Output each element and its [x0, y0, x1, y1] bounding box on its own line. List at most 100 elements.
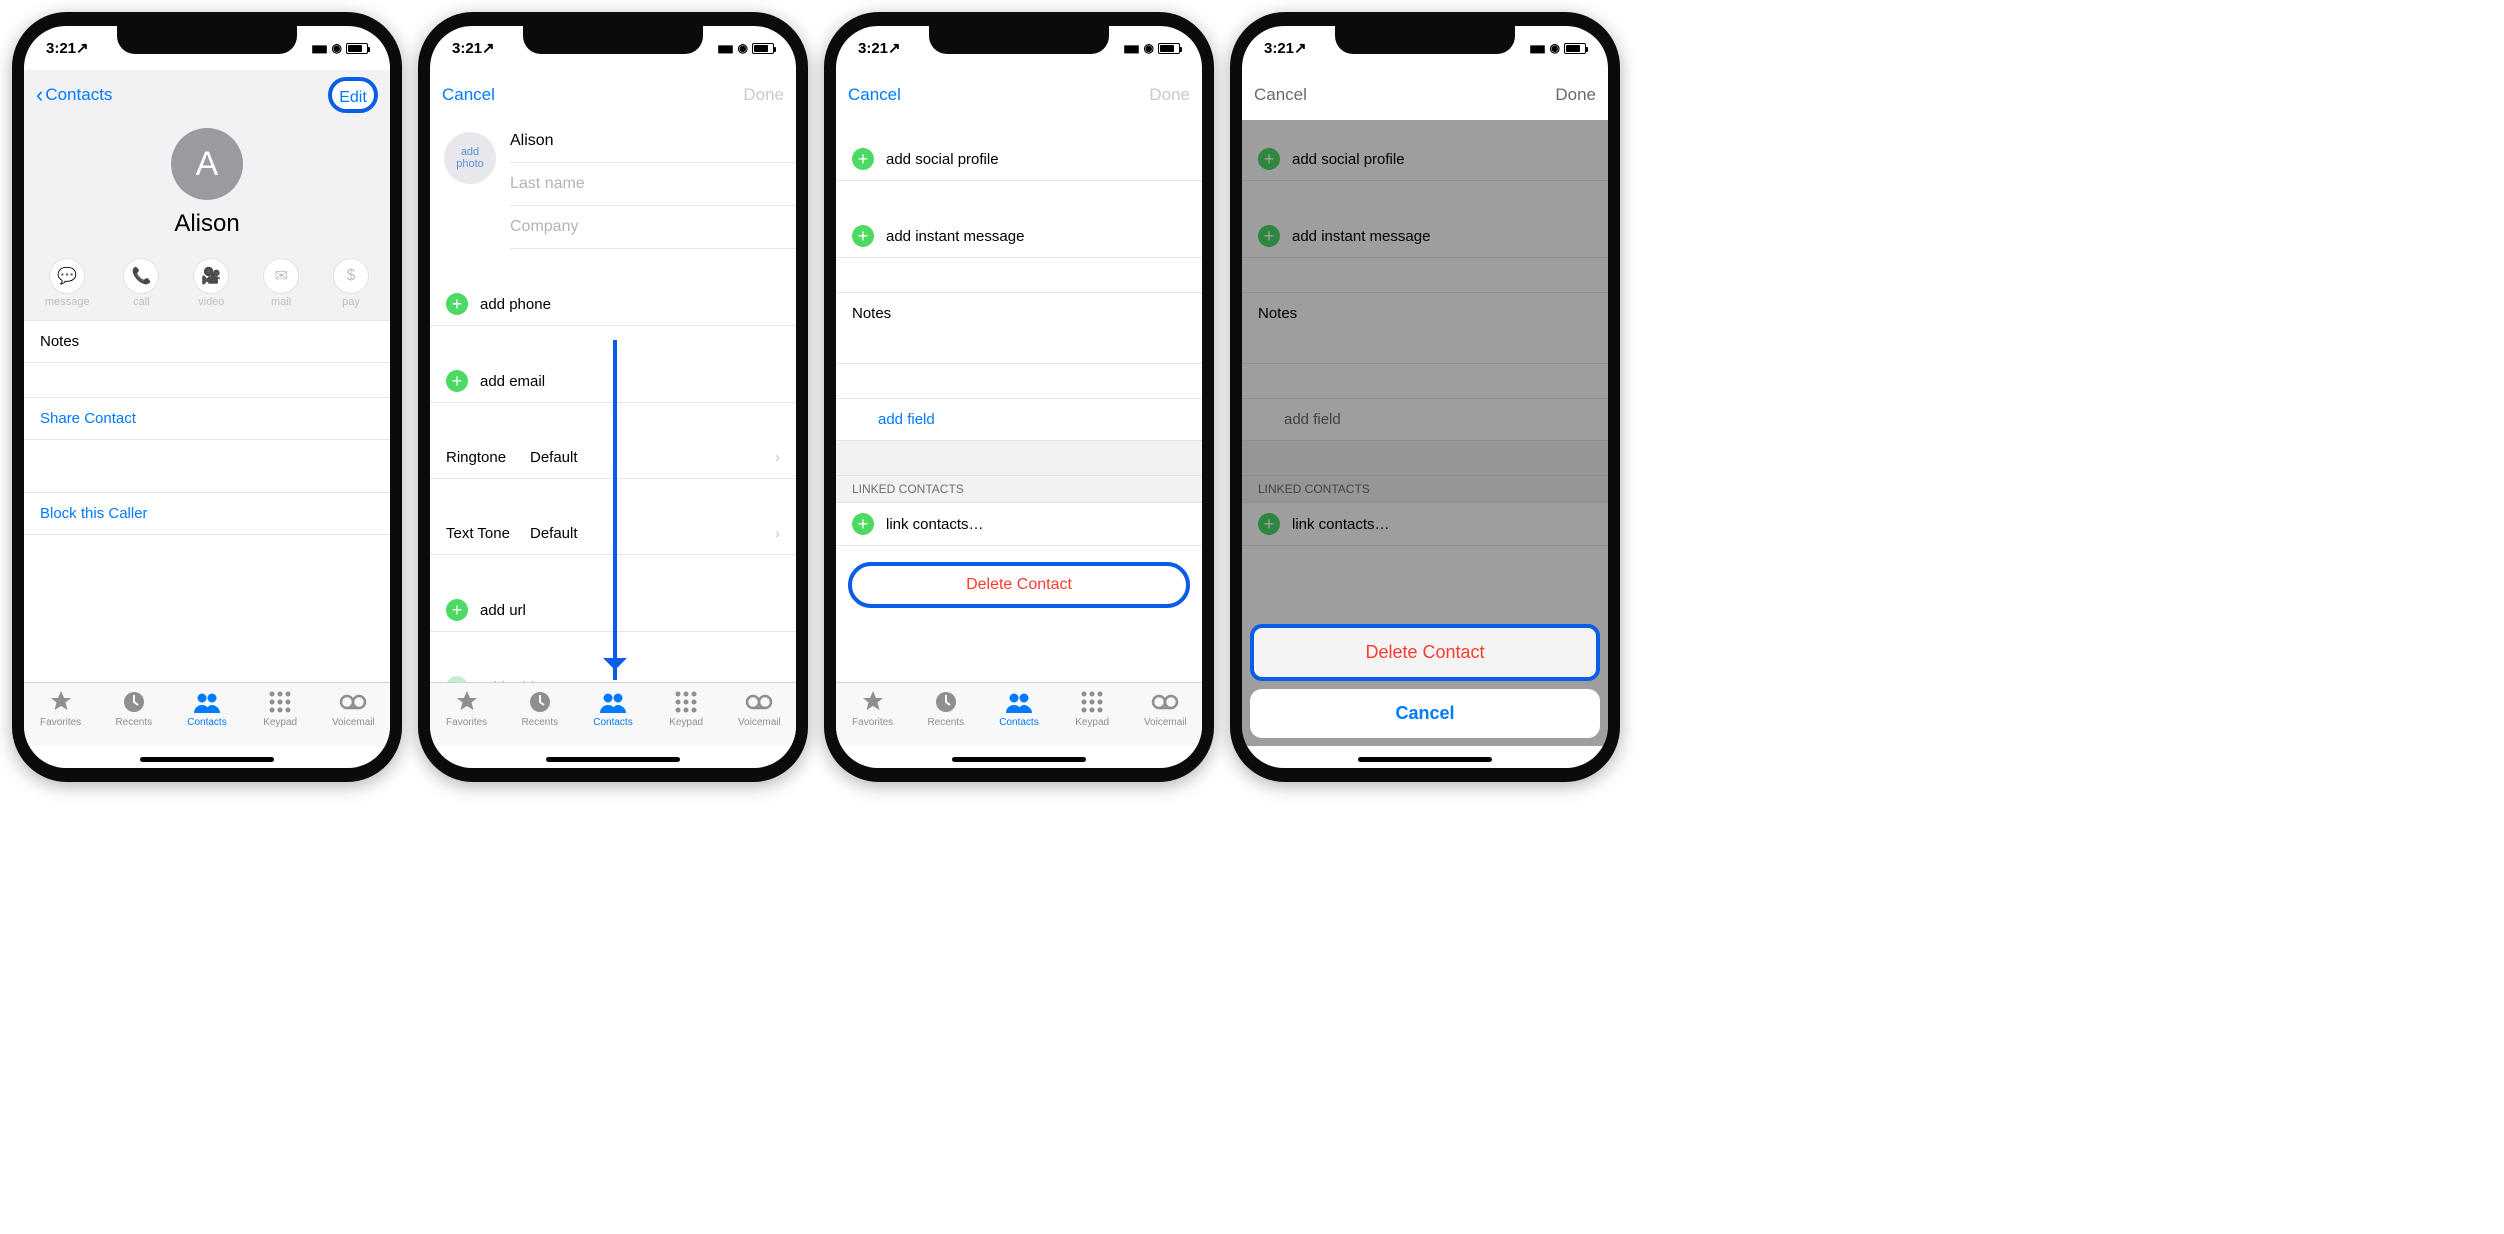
- pay-button[interactable]: $pay: [333, 258, 369, 308]
- tab-keypad[interactable]: Keypad: [250, 689, 310, 746]
- block-caller-row[interactable]: Block this Caller: [24, 492, 390, 535]
- done-button[interactable]: Done: [743, 85, 784, 105]
- tab-bar: Favorites Recents Contacts Keypad Voicemail: [430, 682, 796, 746]
- tab-voicemail[interactable]: Voicemail: [729, 689, 789, 746]
- screen-3: 3:21↗ Cancel Done +add social profile +a…: [836, 26, 1202, 768]
- message-icon: 💬: [49, 258, 85, 294]
- notch: [117, 26, 297, 54]
- tab-favorites[interactable]: Favorites: [843, 689, 903, 746]
- grid-icon: [1079, 689, 1105, 715]
- action-label: mail: [271, 296, 291, 308]
- content-2: add photo Alison Last name Company +add …: [430, 120, 796, 682]
- vm-icon: [1150, 689, 1180, 715]
- tab-voicemail[interactable]: Voicemail: [323, 689, 383, 746]
- tab-label: Recents: [115, 717, 152, 728]
- screen-2: 3:21↗ Cancel Done add photo Alison Last …: [430, 26, 796, 768]
- signal-icon: [312, 41, 326, 55]
- signal-icon: [718, 41, 732, 55]
- scroll-arrow-icon: [613, 340, 617, 680]
- tab-label: Recents: [927, 717, 964, 728]
- home-indicator[interactable]: [140, 757, 274, 762]
- tab-recents[interactable]: Recents: [104, 689, 164, 746]
- notes-field[interactable]: Notes: [836, 292, 1202, 364]
- call-icon: 📞: [123, 258, 159, 294]
- star-icon: [48, 689, 74, 715]
- tab-label: Voicemail: [332, 717, 375, 728]
- chevron-left-icon: ‹: [36, 82, 43, 108]
- content-1: A Alison 💬message 📞 call 🎥 video ✉mail $pay No…: [24, 120, 390, 682]
- tab-contacts[interactable]: Contacts: [177, 689, 237, 746]
- back-label: Contacts: [45, 85, 112, 105]
- home-indicator[interactable]: [952, 757, 1086, 762]
- tab-label: Voicemail: [738, 717, 781, 728]
- home-indicator[interactable]: [1358, 757, 1492, 762]
- add-field-row[interactable]: add field: [836, 398, 1202, 441]
- add-photo-button[interactable]: add photo: [444, 132, 496, 184]
- tab-recents[interactable]: Recents: [510, 689, 570, 746]
- clock-icon: [527, 689, 553, 715]
- avatar-block: A Alison: [24, 120, 390, 252]
- mail-button[interactable]: ✉mail: [263, 258, 299, 308]
- clock-icon: [121, 689, 147, 715]
- tab-keypad[interactable]: Keypad: [1062, 689, 1122, 746]
- sheet-delete-button[interactable]: Delete Contact: [1250, 624, 1600, 681]
- tab-contacts[interactable]: Contacts: [989, 689, 1049, 746]
- tab-label: Recents: [521, 717, 558, 728]
- contact-name: Alison: [24, 210, 390, 238]
- people-icon: [1004, 689, 1034, 715]
- tab-recents[interactable]: Recents: [916, 689, 976, 746]
- nav-bar: Cancel Done: [836, 70, 1202, 120]
- tab-label: Contacts: [593, 717, 632, 728]
- linked-contacts-header: LINKED CONTACTS: [836, 475, 1202, 503]
- plus-icon: +: [446, 370, 468, 392]
- battery-icon: [1564, 43, 1586, 54]
- cancel-button[interactable]: Cancel: [848, 85, 901, 105]
- action-label: video: [198, 296, 224, 308]
- wifi-icon: [736, 41, 748, 55]
- screen-1: 3:21↗ ‹ Contacts Edit A Alison 💬message 📞…: [24, 26, 390, 768]
- tab-label: Voicemail: [1144, 717, 1187, 728]
- location-icon: ↗: [76, 40, 89, 57]
- tab-voicemail[interactable]: Voicemail: [1135, 689, 1195, 746]
- edit-button[interactable]: Edit: [328, 77, 378, 113]
- sheet-cancel-button[interactable]: Cancel: [1250, 689, 1600, 738]
- notes-row[interactable]: Notes: [24, 320, 390, 363]
- plus-icon: +: [446, 599, 468, 621]
- content-4: +add social profile +add instant message…: [1242, 120, 1608, 746]
- tab-label: Contacts: [999, 717, 1038, 728]
- screen-4: 3:21↗ Cancel Done +add social profile +a…: [1242, 26, 1608, 768]
- message-button[interactable]: 💬message: [45, 258, 90, 308]
- tab-contacts[interactable]: Contacts: [583, 689, 643, 746]
- wifi-icon: [1548, 41, 1560, 55]
- done-button[interactable]: Done: [1149, 85, 1190, 105]
- tab-favorites[interactable]: Favorites: [31, 689, 91, 746]
- company-field[interactable]: Company: [510, 206, 796, 249]
- tab-favorites[interactable]: Favorites: [437, 689, 497, 746]
- pay-icon: $: [333, 258, 369, 294]
- video-button[interactable]: 🎥 video: [193, 258, 229, 308]
- tab-keypad[interactable]: Keypad: [656, 689, 716, 746]
- nav-bar: ‹ Contacts Edit: [24, 70, 390, 120]
- last-name-field[interactable]: Last name: [510, 163, 796, 206]
- home-indicator[interactable]: [546, 757, 680, 762]
- back-button[interactable]: ‹ Contacts: [36, 82, 112, 108]
- location-icon: ↗: [1294, 40, 1307, 57]
- signal-icon: [1530, 41, 1544, 55]
- delete-contact-button[interactable]: Delete Contact: [848, 562, 1190, 608]
- action-label: call: [133, 296, 150, 308]
- cancel-button[interactable]: Cancel: [442, 85, 495, 105]
- link-contacts-row[interactable]: +link contacts…: [836, 503, 1202, 546]
- share-contact-row[interactable]: Share Contact: [24, 397, 390, 440]
- chevron-right-icon: ›: [775, 525, 780, 542]
- first-name-field[interactable]: Alison: [510, 120, 796, 163]
- add-im-row[interactable]: +add instant message: [836, 215, 1202, 258]
- tab-bar: Favorites Recents Contacts Keypad Voicemail: [836, 682, 1202, 746]
- tab-label: Favorites: [446, 717, 487, 728]
- add-social-row[interactable]: +add social profile: [836, 138, 1202, 181]
- add-phone-row[interactable]: +add phone: [430, 283, 796, 326]
- video-icon: 🎥: [193, 258, 229, 294]
- status-time: 3:21: [46, 40, 76, 57]
- tab-label: Keypad: [669, 717, 703, 728]
- tab-label: Contacts: [187, 717, 226, 728]
- call-button[interactable]: 📞 call: [123, 258, 159, 308]
